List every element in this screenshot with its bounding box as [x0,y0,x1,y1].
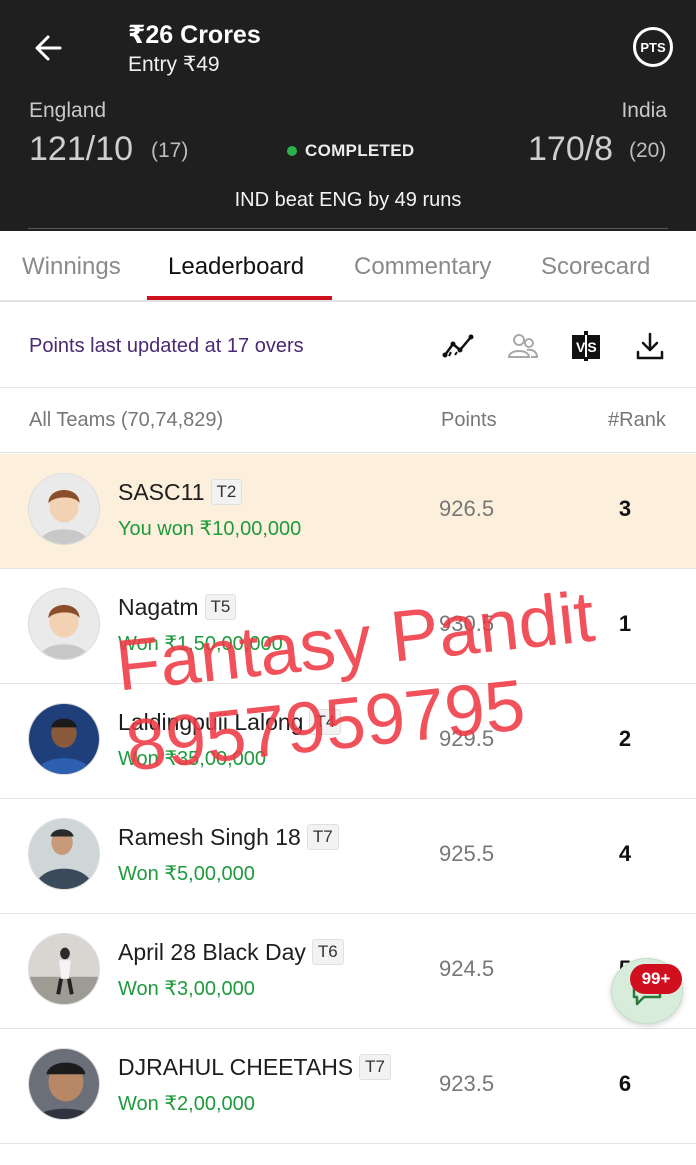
team-name: Ramesh Singh 18 T7 [118,824,339,851]
avatar [28,588,100,660]
team-rank: 6 [618,1071,632,1096]
next-row-partial [0,1144,696,1165]
left-team-name: England [29,99,107,122]
table-row[interactable]: April 28 Black Day T6 Won ₹3,00,000 924.5… [0,914,696,1029]
team-points: 926.5 [439,496,495,521]
contest-prize-title: ₹26 Crores [128,21,261,49]
avatar [28,818,100,890]
download-icon[interactable] [633,330,667,362]
active-tab-indicator [147,296,332,300]
team-rank: 1 [618,611,632,636]
winning-amount: Won ₹5,00,000 [118,863,255,885]
team-points: 925.5 [439,841,495,866]
winning-amount: Won ₹1,50,00,000 [118,633,283,655]
right-team-overs: (20) [629,139,667,162]
team-number-badge: T5 [204,594,237,620]
table-row[interactable]: DJRAHUL CHEETAHS T7 Won ₹2,00,000 923.5 6 [0,1029,696,1144]
status-dot-icon [287,146,297,156]
rank-header: #Rank [608,409,666,431]
status-text: COMPLETED [305,141,415,160]
table-row[interactable]: Ramesh Singh 18 T7 Won ₹5,00,000 925.5 4 [0,799,696,914]
team-points: 930.5 [439,611,495,636]
back-arrow-icon [35,35,62,61]
points-header: Points [441,409,497,431]
team-number-badge: T7 [359,1054,391,1080]
vs-label: VS [576,339,599,355]
compare-users-icon[interactable] [505,330,539,362]
chat-unread-badge: 99+ [630,964,682,994]
winning-amount: Won ₹35,00,000 [118,748,267,770]
leaderboard-toolbar: Points last updated at 17 overs VS [0,302,696,388]
avatar [28,473,100,545]
points-system-button[interactable]: PTS [633,27,673,67]
team-name: April 28 Black Day T6 [118,939,344,966]
team-rank: 2 [618,726,632,751]
team-name: Nagatm T5 [118,594,237,621]
match-status: COMPLETED [287,141,414,161]
match-header: ₹26 Crores Entry ₹49 PTS England 121/10 … [0,0,696,231]
winning-amount: Won ₹2,00,000 [118,1093,255,1115]
tab-bar: Winnings Leaderboard Commentary Scorecar… [0,231,696,302]
contest-entry-fee: Entry ₹49 [128,53,220,76]
left-team-score: 121/10 [29,130,133,168]
team-rank: 4 [618,841,632,866]
header-divider [28,228,668,229]
table-row[interactable]: Nagatm T5 Won ₹1,50,00,000 930.5 1 [0,569,696,684]
points-updated-text: Points last updated at 17 overs [29,335,304,357]
table-row[interactable]: Laldingpuii Lalong T4 Won ₹35,00,000 929.… [0,684,696,799]
left-team-overs: (17) [151,139,189,162]
team-name: Laldingpuii Lalong T4 [118,709,342,736]
avatar [28,703,100,775]
team-points: 923.5 [439,1071,495,1096]
table-row[interactable]: SASC11 T2 You won ₹10,00,000 926.5 3 [0,454,696,569]
match-result: IND beat ENG by 49 runs [234,189,462,211]
team-number-badge: T7 [306,824,339,850]
avatar [28,1048,100,1120]
tab-winnings[interactable]: Winnings [22,253,121,281]
team-name: DJRAHUL CHEETAHS T7 [118,1054,391,1081]
all-teams-header: All Teams (70,74,829) [29,409,224,431]
team-number-badge: T2 [210,479,243,505]
right-team-score: 170/8 [528,130,614,168]
tab-scorecard[interactable]: Scorecard [541,253,650,281]
team-number-badge: T4 [309,709,342,735]
team-points: 929.5 [439,726,495,751]
team-name: SASC11 T2 [118,479,243,506]
avatar [28,933,100,1005]
back-button[interactable] [26,26,70,70]
team-rank: 3 [618,496,632,521]
tab-leaderboard[interactable]: Leaderboard [168,253,304,281]
trend-icon[interactable] [441,330,475,362]
winning-amount: You won ₹10,00,000 [118,518,302,540]
team-number-badge: T6 [311,939,344,965]
tab-commentary[interactable]: Commentary [354,253,491,281]
leaderboard-column-headers: All Teams (70,74,829) Points #Rank [0,389,696,453]
right-team-name: India [621,99,667,122]
team-points: 924.5 [439,956,495,981]
winning-amount: Won ₹3,00,000 [118,978,255,1000]
